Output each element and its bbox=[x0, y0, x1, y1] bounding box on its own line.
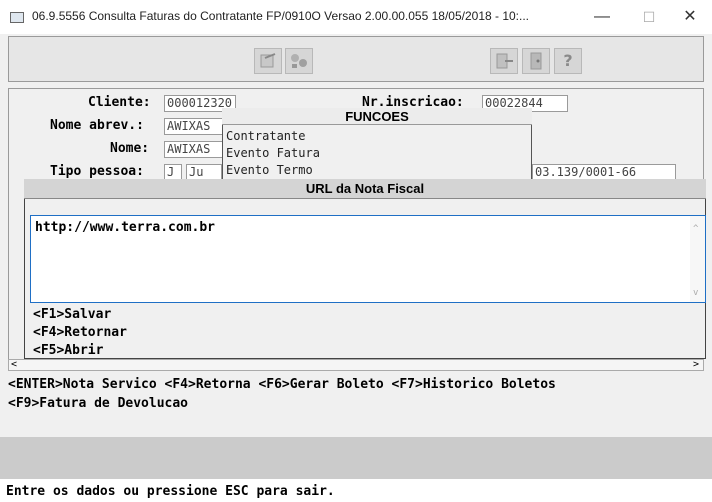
cliente-label: Cliente: bbox=[88, 95, 151, 110]
scroll-right-icon[interactable]: > bbox=[693, 360, 699, 370]
app-icon bbox=[10, 12, 24, 23]
nome-abrev-label: Nome abrev.: bbox=[50, 118, 144, 133]
funcoes-item-evento-termo[interactable]: Evento Termo bbox=[226, 163, 313, 177]
exit-icon[interactable] bbox=[490, 48, 518, 74]
funcoes-item-contratante[interactable]: Contratante bbox=[226, 129, 305, 143]
window-title: 06.9.5556 Consulta Faturas do Contratant… bbox=[32, 9, 530, 23]
scroll-up-icon[interactable]: ^ bbox=[693, 224, 698, 234]
nome-abrev-field[interactable]: AWIXAS bbox=[164, 118, 224, 135]
shortcut-line-1: <ENTER>Nota Servico <F4>Retorna <F6>Gera… bbox=[8, 377, 556, 392]
textarea-scrollbar[interactable]: ^ v bbox=[690, 216, 705, 302]
funcoes-item-evento-fatura[interactable]: Evento Fatura bbox=[226, 146, 320, 160]
status-message: Entre os dados ou pressione ESC para sai… bbox=[6, 484, 335, 499]
toolbar bbox=[8, 36, 704, 82]
scroll-left-icon[interactable]: < bbox=[11, 360, 17, 370]
tree-icon[interactable] bbox=[285, 48, 313, 74]
status-bar bbox=[0, 437, 712, 479]
cmd-abrir[interactable]: <F5>Abrir bbox=[33, 343, 103, 358]
maximize-button[interactable]: ☐ bbox=[627, 4, 671, 30]
nome-field[interactable]: AWIXAS bbox=[164, 141, 224, 158]
nome-label: Nome: bbox=[110, 141, 150, 156]
tipo-pessoa-label: Tipo pessoa: bbox=[50, 164, 144, 179]
funcoes-title: FUNCOES bbox=[222, 108, 532, 125]
cmd-retornar[interactable]: <F4>Retornar bbox=[33, 325, 127, 340]
scroll-down-icon[interactable]: v bbox=[693, 288, 698, 298]
cmd-salvar[interactable]: <F1>Salvar bbox=[33, 307, 111, 322]
door-icon[interactable] bbox=[522, 48, 550, 74]
minimize-button[interactable]: — bbox=[580, 4, 624, 30]
horizontal-scrollbar[interactable]: < > bbox=[8, 359, 704, 371]
shortcut-line-2: <F9>Fatura de Devolucao bbox=[8, 396, 189, 411]
dialog-title: URL da Nota Fiscal bbox=[24, 179, 706, 199]
close-button[interactable]: ✕ bbox=[668, 4, 712, 30]
edit-icon[interactable] bbox=[254, 48, 282, 74]
url-value: http://www.terra.com.br bbox=[35, 220, 216, 235]
help-icon[interactable]: ? bbox=[554, 48, 582, 74]
